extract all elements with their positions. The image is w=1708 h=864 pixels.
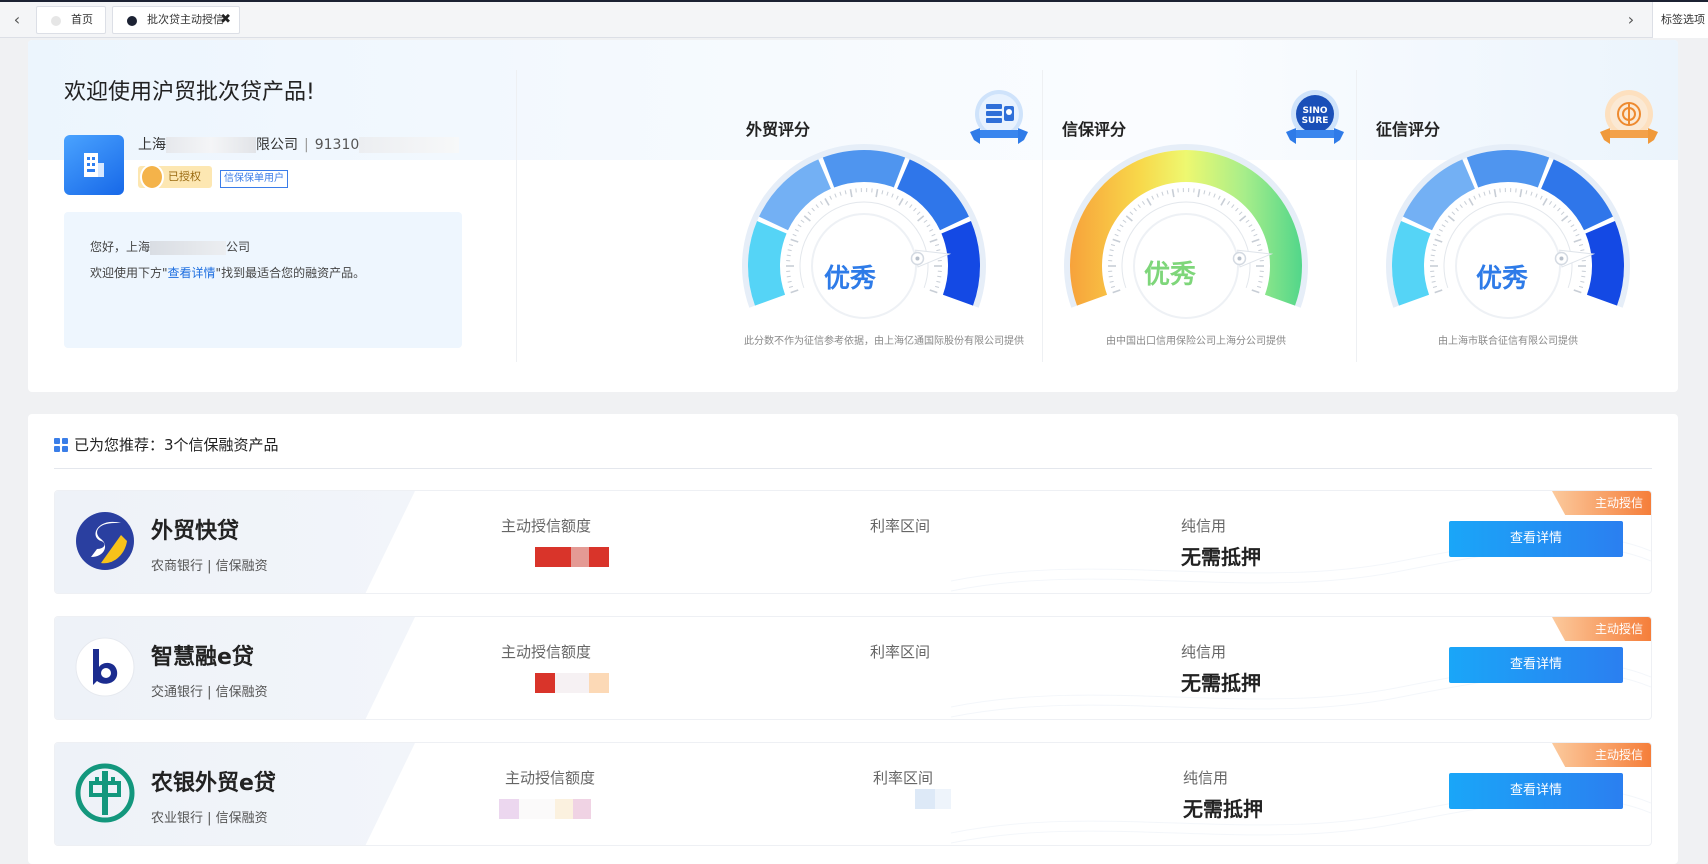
company-name-suffix: 限公司 xyxy=(256,137,298,153)
gauge-segment xyxy=(941,221,980,306)
guide-prefix: 欢迎使用下方" xyxy=(90,266,168,280)
product-card: 智慧融e贷 交通银行 | 信保融资 主动授信额度 利率区间 纯信用 无需抵押 查… xyxy=(54,616,1652,720)
divider xyxy=(516,70,517,362)
redacted-block xyxy=(150,241,226,255)
tab-bar: ‹ 首页 批次贷主动授信 ✖ › 标签选项 xyxy=(0,0,1708,38)
product-bank: 交通银行 | 信保融资 xyxy=(151,681,268,700)
product-card: 外贸快贷 农商银行 | 信保融资 主动授信额度 利率区间 纯信用 无需抵押 查看… xyxy=(54,490,1652,594)
guide-suffix: "找到最适合您的融资产品。 xyxy=(216,266,366,280)
pure-credit-label: 纯信用 xyxy=(1183,767,1228,788)
gauge-segment xyxy=(1467,150,1549,187)
tab-scroll-left-icon[interactable]: ‹ xyxy=(8,11,26,29)
no-collateral-text: 无需抵押 xyxy=(1183,793,1263,822)
tab-label: 首页 xyxy=(71,13,93,26)
product-name: 智慧融e贷 xyxy=(151,639,254,671)
product-name: 农银外贸e贷 xyxy=(151,765,276,797)
trade-score-note: 此分数不作为征信参考依据，由上海亿通国际股份有限公司提供 xyxy=(734,332,1034,347)
abc-logo xyxy=(75,763,135,823)
trade-score-gauge xyxy=(730,138,998,328)
view-details-button[interactable]: 查看详情 xyxy=(1449,521,1623,557)
divider xyxy=(1356,70,1357,362)
authorized-medal-icon xyxy=(140,164,164,190)
credit-amount-label: 主动授信额度 xyxy=(501,515,591,536)
pure-credit-label: 纯信用 xyxy=(1181,641,1226,662)
insurance-score-note: 由中国出口信用保险公司上海分公司提供 xyxy=(1046,332,1346,347)
product-card: 农银外贸e贷 农业银行 | 信保融资 主动授信额度 利率区间 纯信用 无需抵押 … xyxy=(54,742,1652,846)
greeting-suffix: 公司 xyxy=(226,240,250,254)
view-details-link[interactable]: 查看详情 xyxy=(168,266,216,280)
trade-score-grade: 优秀 xyxy=(824,258,876,295)
welcome-title: 欢迎使用沪贸批次贷产品! xyxy=(64,74,315,106)
trade-score-title: 外贸评分 xyxy=(746,116,810,140)
gauge-segment xyxy=(1585,221,1624,306)
svg-text:SURE: SURE xyxy=(1302,116,1329,126)
authorized-badge: 已授权 xyxy=(138,166,212,188)
company-building-icon xyxy=(64,135,124,195)
redacted-amount xyxy=(535,673,609,693)
redacted-block xyxy=(166,137,256,153)
tab-options-button[interactable]: 标签选项 xyxy=(1652,2,1708,38)
score-overview-card: 欢迎使用沪贸批次贷产品! 上海限公司|91310 已授权 信保保单用户 您好，上… xyxy=(28,40,1678,392)
credit-amount-label: 主动授信额度 xyxy=(501,641,591,662)
insurance-score-grade: 优秀 xyxy=(1144,254,1196,291)
no-collateral-text: 无需抵押 xyxy=(1181,541,1261,570)
greeting-line: 您好，上海 公司 xyxy=(90,238,250,255)
company-name: 上海限公司|91310 xyxy=(138,134,459,154)
tab-home[interactable]: 首页 xyxy=(36,6,106,34)
no-collateral-text: 无需抵押 xyxy=(1181,667,1261,696)
credit-score-gauge xyxy=(1374,138,1642,328)
product-bank: 农商银行 | 信保融资 xyxy=(151,555,268,574)
authorized-label: 已授权 xyxy=(168,170,201,183)
s-swirl-logo xyxy=(75,511,135,571)
credit-score-title: 征信评分 xyxy=(1376,116,1440,140)
svg-text:SINO: SINO xyxy=(1302,106,1327,116)
redacted-rate xyxy=(915,789,951,809)
greeting-prefix: 您好，上海 xyxy=(90,240,150,254)
tab-label: 批次贷主动授信 xyxy=(147,13,224,26)
guide-line: 欢迎使用下方"查看详情"找到最适合您的融资产品。 xyxy=(90,264,365,281)
interest-rate-label: 利率区间 xyxy=(873,767,933,788)
product-name: 外贸快贷 xyxy=(151,513,239,545)
gauge-segment xyxy=(823,150,905,187)
pure-credit-label: 纯信用 xyxy=(1181,515,1226,536)
credit-score-grade: 优秀 xyxy=(1476,258,1528,295)
recommendation-card: 已为您推荐：3个信保融资产品 外贸快贷 农商银行 | 信保融资 主动授信额度 利… xyxy=(28,414,1678,864)
divider xyxy=(1042,70,1043,362)
gauge-segment xyxy=(1392,221,1431,306)
view-details-button[interactable]: 查看详情 xyxy=(1449,773,1623,809)
tab-dot-icon xyxy=(127,16,137,26)
redacted-amount xyxy=(499,799,591,819)
credit-amount-label: 主动授信额度 xyxy=(505,767,595,788)
redacted-block xyxy=(359,137,459,153)
interest-rate-label: 利率区间 xyxy=(870,641,930,662)
greeting-box: 您好，上海 公司 欢迎使用下方"查看详情"找到最适合您的融资产品。 xyxy=(64,212,462,348)
recommendation-heading: 已为您推荐：3个信保融资产品 xyxy=(54,434,279,455)
recommendation-heading-text: 已为您推荐：3个信保融资产品 xyxy=(74,436,279,454)
insurance-score-gauge xyxy=(1052,138,1320,328)
view-details-button[interactable]: 查看详情 xyxy=(1449,647,1623,683)
bocom-logo xyxy=(75,637,135,697)
tab-batch-loan[interactable]: 批次贷主动授信 ✖ xyxy=(112,6,240,34)
company-name-prefix: 上海 xyxy=(138,137,166,153)
tab-scroll-right-icon[interactable]: › xyxy=(1622,11,1640,29)
credit-code: 91310 xyxy=(315,137,360,153)
credit-score-note: 由上海市联合征信有限公司提供 xyxy=(1358,332,1658,347)
interest-rate-label: 利率区间 xyxy=(870,515,930,536)
close-icon[interactable]: ✖ xyxy=(220,7,231,33)
redacted-amount xyxy=(535,547,609,567)
divider xyxy=(54,468,1652,469)
product-bank: 农业银行 | 信保融资 xyxy=(151,807,268,826)
gauge-segment xyxy=(748,221,787,306)
insurance-score-title: 信保评分 xyxy=(1062,116,1126,140)
tab-dot-icon xyxy=(51,16,61,26)
user-type-tag: 信保保单用户 xyxy=(220,170,288,188)
grid-icon xyxy=(54,438,68,452)
